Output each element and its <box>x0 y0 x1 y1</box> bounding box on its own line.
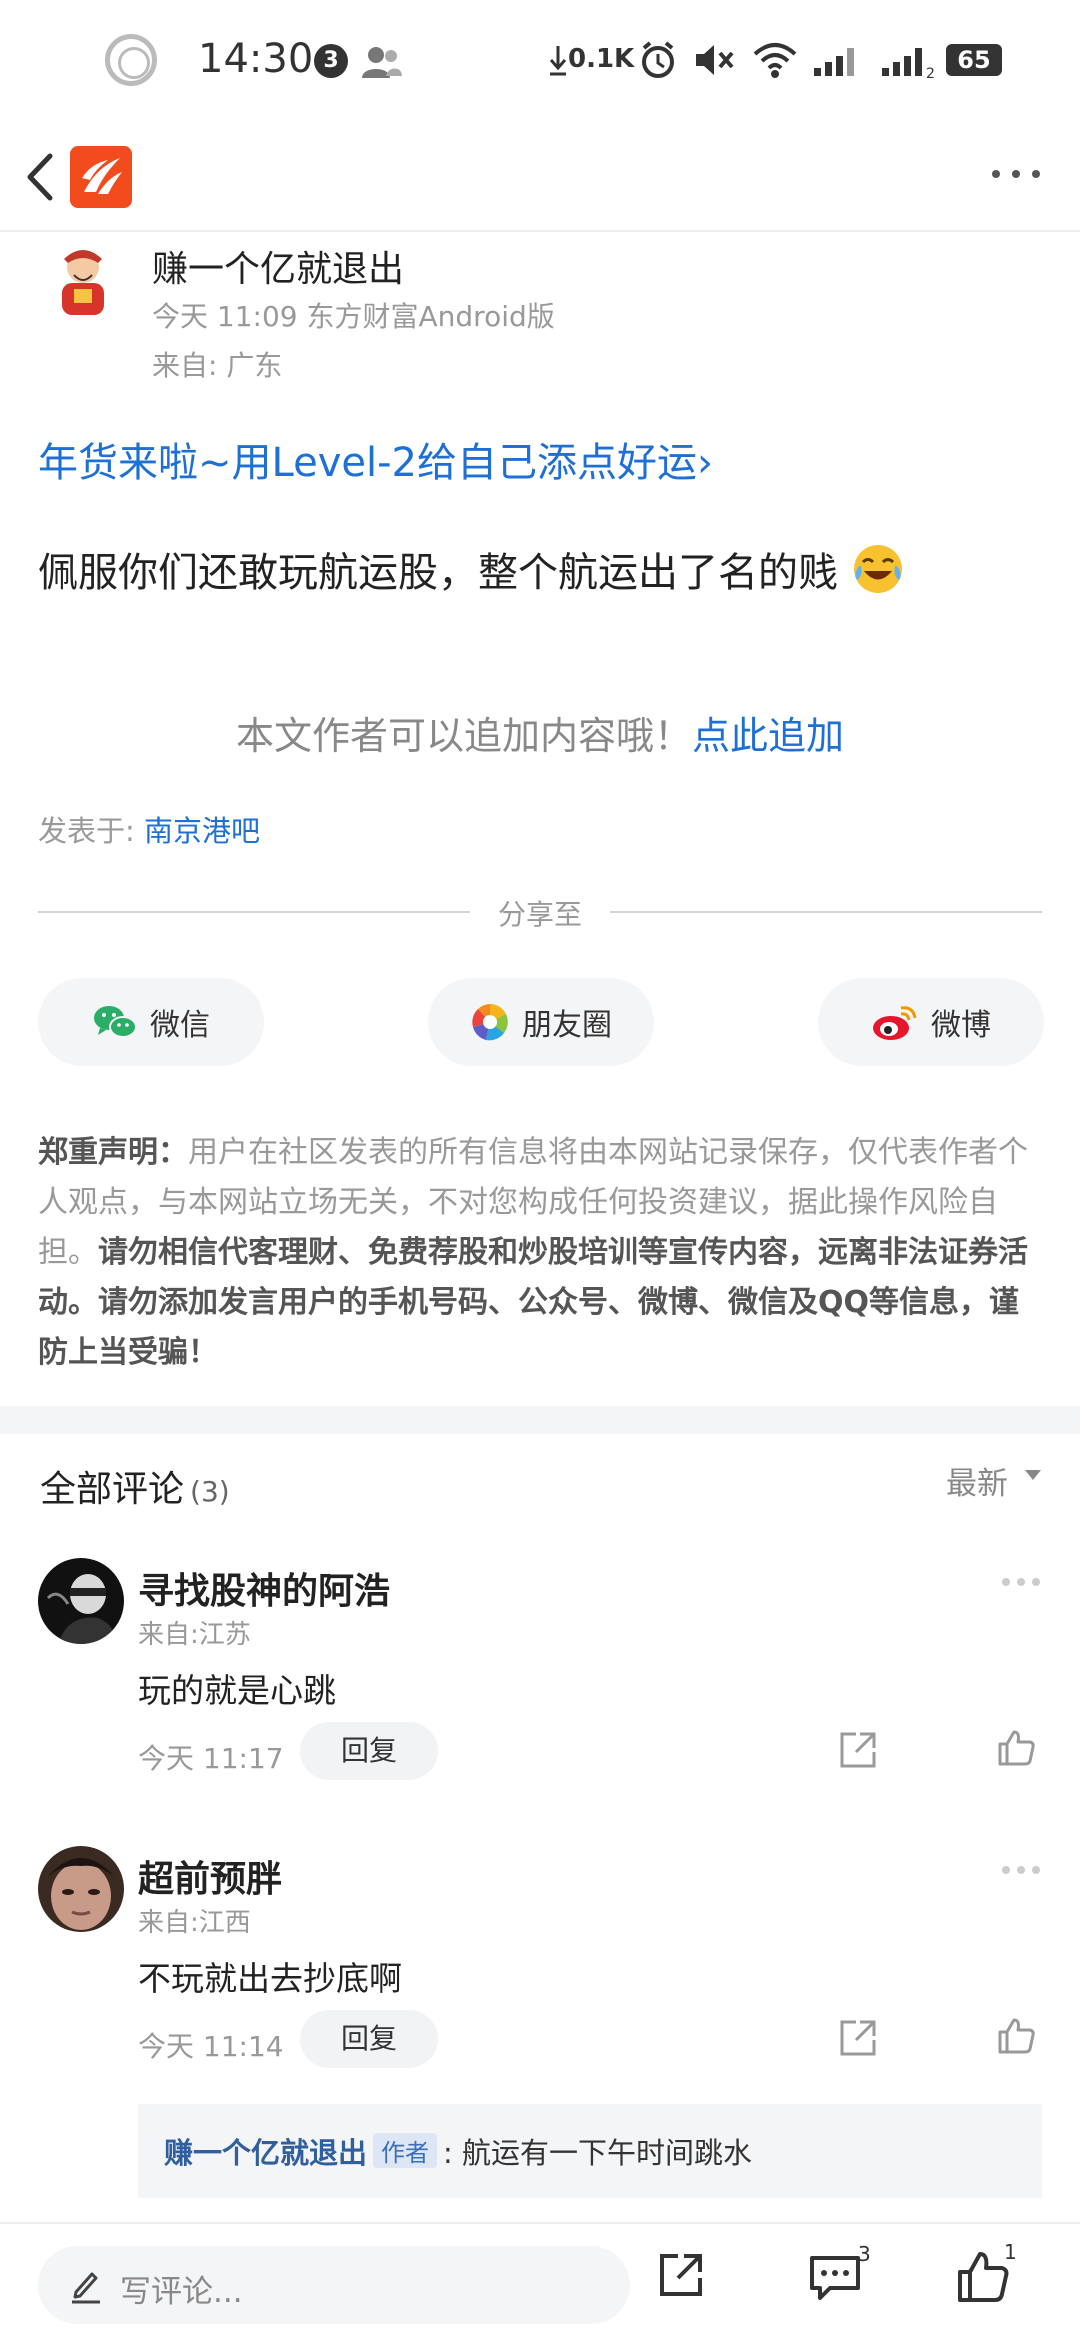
signal-strength-icon <box>814 48 854 76</box>
notification-count-badge: 3 <box>314 44 348 78</box>
download-arrow-icon <box>549 46 567 76</box>
screen-record-icon <box>105 34 157 86</box>
battery-level: 65 <box>946 44 1002 76</box>
app-logo[interactable] <box>70 146 132 208</box>
share-wechat-label: 微信 <box>150 1008 210 1043</box>
comment-icon[interactable] <box>808 2250 862 2304</box>
posted-in-label: 发表于: <box>38 814 144 848</box>
author-name[interactable]: 赚一个亿就退出 <box>152 240 404 292</box>
comments-header: 全部评论 (3) <box>40 1460 230 1512</box>
mute-icon <box>696 45 734 75</box>
append-content-prompt: 本文作者可以追加内容哦！点此追加 <box>0 705 1080 760</box>
caret-down-icon[interactable] <box>1024 1468 1042 1482</box>
bottom-bar: 写评论... 3 1 <box>0 2222 1080 2340</box>
commenter-location: 来自:江苏 <box>138 1620 251 1650</box>
disclaimer-bold: 请勿相信代客理财、免费荐股和炒股培训等宣传内容，远离非法证券活动。请勿添加发言用… <box>38 1235 1028 1370</box>
posted-in: 发表于: 南京港吧 <box>38 808 260 850</box>
signal-strength-2-icon: 2 <box>882 48 935 82</box>
svg-text:2: 2 <box>926 66 935 82</box>
sub-reply-content: 赚一个亿就退出 作者: 航运有一下午时间跳水 <box>164 2130 752 2172</box>
share-weibo-label: 微博 <box>931 1008 991 1043</box>
post-body: 佩服你们还敢玩航运股，整个航运出了名的贱 <box>38 540 1048 598</box>
weibo-icon <box>873 1006 917 1040</box>
append-prompt-text: 本文作者可以追加内容哦！ <box>235 714 692 758</box>
moments-shutter-icon <box>472 1004 508 1041</box>
share-label: 分享至 <box>497 898 582 931</box>
comment-count: 3 <box>858 2242 871 2266</box>
wechat-icon <box>94 1006 137 1038</box>
commenter-name[interactable]: 超前预胖 <box>138 1850 282 1902</box>
laughing-tears-emoji-icon <box>853 545 902 593</box>
promo-text: 年货来啦~用Level-2给自己添点好运 <box>38 440 697 486</box>
share-icon[interactable] <box>838 1730 878 1770</box>
avatar-photo <box>38 1846 124 1932</box>
sub-reply-text: : 航运有一下午时间跳水 <box>443 2136 753 2170</box>
author-tag-badge: 作者 <box>373 2133 438 2168</box>
share-wechat-button[interactable]: 微信 <box>38 978 264 1066</box>
sort-dropdown[interactable]: 最新 <box>946 1458 1008 1503</box>
sub-reply[interactable]: 赚一个亿就退出 作者: 航运有一下午时间跳水 <box>138 2104 1042 2198</box>
commenter-name[interactable]: 寻找股神的阿浩 <box>138 1562 390 1614</box>
comment-text: 玩的就是心跳 <box>138 1671 336 1710</box>
commenter-location: 来自:江西 <box>138 1908 251 1938</box>
status-bar: 14:30 3 0.1K 2 65 <box>0 0 1080 120</box>
back-arrow-icon[interactable] <box>20 150 60 204</box>
commenter-avatar[interactable] <box>38 1558 124 1644</box>
network-speed: 0.1K <box>568 44 635 74</box>
thumbs-up-icon[interactable] <box>996 2016 1036 2056</box>
append-content-link[interactable]: 点此追加 <box>692 714 844 758</box>
status-time: 14:30 <box>198 36 314 82</box>
contacts-icon <box>362 47 402 78</box>
pencil-icon <box>72 2272 100 2304</box>
more-options-icon[interactable] <box>986 164 1046 184</box>
eastmoney-logo-icon <box>82 158 122 194</box>
thumbs-up-icon[interactable] <box>996 1728 1036 1768</box>
more-options-icon[interactable] <box>1000 1864 1042 1876</box>
commenter-avatar[interactable] <box>38 1846 124 1932</box>
comment-time: 今天 11:14 <box>138 2030 284 2063</box>
share-icon[interactable] <box>838 2018 878 2058</box>
comments-count: (3) <box>190 1475 230 1508</box>
wifi-icon <box>753 43 797 78</box>
author-avatar[interactable] <box>44 245 122 323</box>
disclaimer-lead: 郑重声明： <box>38 1135 188 1170</box>
comment-input-placeholder: 写评论... <box>120 2274 243 2310</box>
like-count: 1 <box>1004 2240 1017 2264</box>
comments-title: 全部评论 <box>40 1469 185 1510</box>
forum-link[interactable]: 南京港吧 <box>144 814 260 848</box>
post-body-text: 佩服你们还敢玩航运股，整个航运出了名的贱 <box>38 550 838 596</box>
divider <box>38 911 470 913</box>
comment-input[interactable]: 写评论... <box>38 2246 630 2324</box>
reply-button[interactable]: 回复 <box>300 2010 438 2068</box>
disclaimer: 郑重声明：用户在社区发表的所有信息将由本网站记录保存，仅代表作者个人观点，与本网… <box>38 1128 1048 1378</box>
comment-time: 今天 11:17 <box>138 1742 284 1775</box>
chevron-right-icon: › <box>696 440 713 486</box>
post-location: 来自: 广东 <box>152 349 283 382</box>
sub-reply-author[interactable]: 赚一个亿就退出 <box>164 2136 367 2170</box>
share-icon[interactable] <box>656 2250 706 2300</box>
share-moments-label: 朋友圈 <box>522 1008 612 1043</box>
app-bar <box>0 120 1080 232</box>
thumbs-up-icon[interactable] <box>956 2250 1010 2304</box>
post-meta: 今天 11:09 东方财富Android版 <box>152 300 555 333</box>
share-moments-button[interactable]: 朋友圈 <box>428 978 654 1066</box>
share-weibo-button[interactable]: 微博 <box>818 978 1044 1066</box>
more-options-icon[interactable] <box>1000 1576 1042 1588</box>
reply-button[interactable]: 回复 <box>300 1722 438 1780</box>
alarm-icon <box>642 41 674 78</box>
comment-text: 不玩就出去抄底啊 <box>138 1959 402 1998</box>
promo-link[interactable]: 年货来啦~用Level-2给自己添点好运› <box>38 430 713 488</box>
divider <box>610 911 1042 913</box>
avatar-photo <box>38 1558 124 1644</box>
section-divider <box>0 1406 1080 1434</box>
